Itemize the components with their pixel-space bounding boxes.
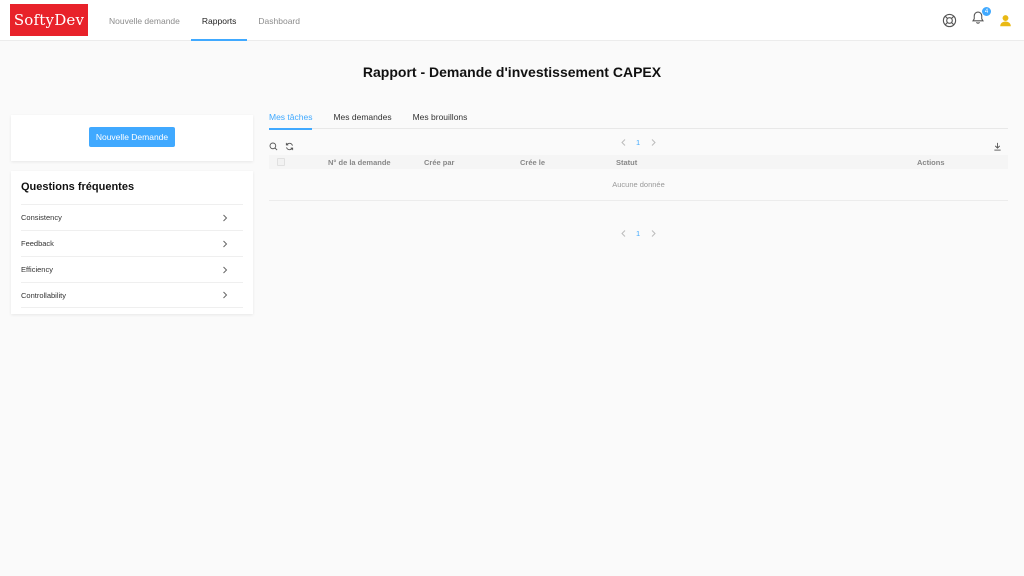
faq-item-efficiency[interactable]: Efficiency <box>21 256 243 282</box>
tab-mes-taches[interactable]: Mes tâches <box>269 108 313 130</box>
top-navbar: SoftyDev Nouvelle demande Rapports Dashb… <box>0 0 1024 41</box>
chevron-right-icon[interactable] <box>650 230 656 237</box>
page-number[interactable]: 1 <box>636 138 640 147</box>
empty-text: Aucune donnée <box>612 180 665 189</box>
faq-item-label: Feedback <box>21 239 54 248</box>
faq-title: Questions fréquentes <box>21 181 135 193</box>
support-icon[interactable] <box>941 10 958 30</box>
faq-item-feedback[interactable]: Feedback <box>21 230 243 256</box>
notification-badge: 4 <box>982 7 991 16</box>
faq-item-label: Controllability <box>21 290 67 300</box>
header-actions: 4 <box>941 7 1014 30</box>
faq-list: Consistency Feedback Efficiency Controll… <box>21 204 243 308</box>
column-header-status[interactable]: Statut <box>616 158 637 167</box>
refresh-icon[interactable] <box>284 141 294 151</box>
chevron-right-icon <box>221 291 229 299</box>
faq-card: Questions fréquentes Consistency Feedbac… <box>11 171 253 314</box>
column-header-request-number[interactable]: N° de la demande <box>328 158 391 167</box>
nav-item-nouvelle-demande[interactable]: Nouvelle demande <box>98 0 191 41</box>
chevron-right-icon <box>221 266 229 274</box>
new-request-card: Nouvelle Demande <box>11 115 253 161</box>
faq-item-label: Efficiency <box>21 265 53 274</box>
tab-mes-brouillons[interactable]: Mes brouillons <box>413 108 468 129</box>
column-header-created-on[interactable]: Crée le <box>520 158 545 167</box>
pagination-top: 1 <box>620 138 656 147</box>
chevron-right-icon[interactable] <box>650 139 656 146</box>
chevron-left-icon[interactable] <box>620 139 626 146</box>
select-all-checkbox[interactable] <box>277 158 285 166</box>
tab-mes-demandes[interactable]: Mes demandes <box>333 108 391 129</box>
new-request-button[interactable]: Nouvelle Demande <box>89 127 175 147</box>
column-header-created-by[interactable]: Crée par <box>424 158 454 167</box>
faq-item-consistency[interactable]: Consistency <box>21 204 243 230</box>
table-header: N° de la demande Crée par Crée le Statut… <box>269 155 1008 169</box>
page-number[interactable]: 1 <box>636 229 640 238</box>
nav-item-rapports[interactable]: Rapports <box>190 0 248 41</box>
chevron-left-icon[interactable] <box>620 230 626 237</box>
search-icon[interactable] <box>268 141 278 151</box>
request-tabs: Mes tâches Mes demandes Mes brouillons <box>269 108 1008 130</box>
chevron-right-icon <box>221 240 229 248</box>
notifications-button[interactable]: 4 <box>969 7 991 30</box>
faq-item-label: Consistency <box>21 213 62 222</box>
chevron-right-icon <box>221 214 229 222</box>
pagination-bottom: 1 <box>620 229 656 238</box>
user-icon[interactable] <box>997 10 1014 30</box>
column-header-actions: Actions <box>917 158 945 167</box>
table-empty-state: Aucune donnée <box>269 169 1008 201</box>
page-title: Rapport - Demande d'investissement CAPEX <box>362 64 662 80</box>
main-nav: Nouvelle demande Rapports Dashboard <box>98 0 311 41</box>
logo[interactable]: SoftyDev <box>10 4 88 36</box>
faq-item-controllability[interactable]: Controllability <box>21 282 243 308</box>
nav-item-dashboard[interactable]: Dashboard <box>247 0 311 41</box>
download-icon[interactable] <box>992 141 1002 151</box>
